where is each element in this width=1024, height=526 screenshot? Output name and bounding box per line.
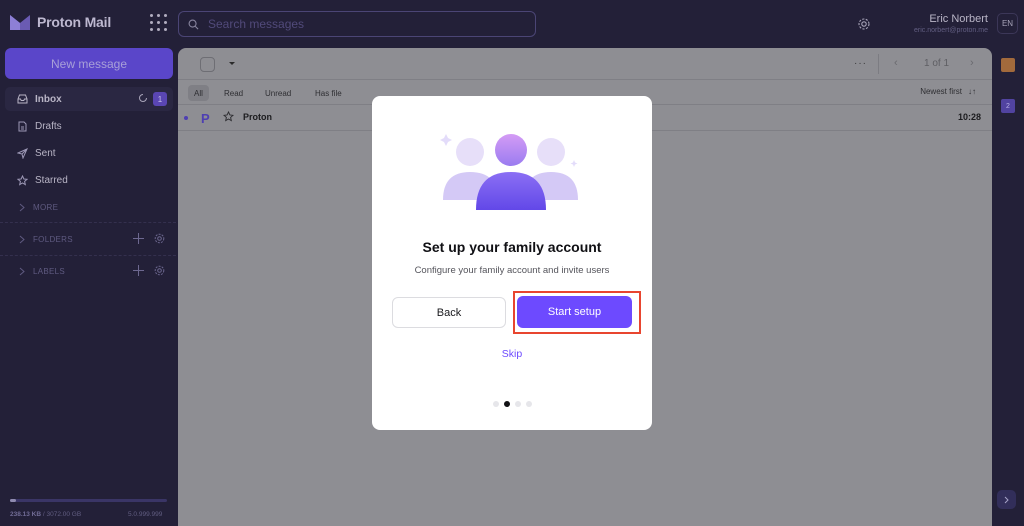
previous-page-icon[interactable]: ‹: [894, 57, 898, 69]
sidebar-item-sent[interactable]: Sent: [5, 141, 173, 165]
unread-count-badge: 1: [153, 92, 167, 106]
sidebar-labels-toggle[interactable]: LABELS: [5, 259, 173, 283]
sort-order-icon: ↓↑: [968, 87, 976, 96]
filter-read[interactable]: Read: [218, 85, 249, 101]
storage-used: 238.13 KB: [10, 511, 42, 518]
inbox-icon: [17, 94, 28, 105]
step-dot: [514, 401, 521, 407]
select-all-checkbox[interactable]: [200, 57, 215, 72]
app-logo[interactable]: Proton Mail: [10, 14, 111, 30]
page-indicator: 1 of 1: [924, 58, 950, 69]
step-dot: [525, 401, 532, 407]
select-dropdown-caret-icon[interactable]: [229, 62, 235, 65]
proton-mail-logo-icon: [10, 15, 30, 30]
more-label: MORE: [33, 202, 59, 212]
family-users-illustration-icon: [440, 134, 578, 210]
storage-total: 3072.00 GB: [46, 511, 82, 518]
sidebar-divider: [0, 222, 176, 223]
labels-label: LABELS: [33, 266, 66, 276]
user-name: Eric Norbert: [929, 13, 988, 25]
modal-subtitle: Configure your family account and invite…: [414, 265, 610, 276]
sidebar-divider: [0, 255, 176, 256]
search-input[interactable]: [208, 17, 508, 31]
proton-sender-avatar-icon: P: [201, 111, 210, 126]
new-message-button[interactable]: New message: [5, 48, 173, 79]
step-dot: [503, 401, 510, 407]
app-version: 5.0.999.999: [128, 511, 163, 518]
app-badge-icon[interactable]: 2: [1001, 99, 1015, 113]
calendar-app-icon[interactable]: [1001, 58, 1015, 72]
sidebar-item-label: Drafts: [35, 120, 62, 132]
sent-icon: [17, 147, 28, 159]
list-toolbar: ··· ‹ 1 of 1 ›: [178, 48, 992, 80]
step-dot: [492, 401, 499, 407]
app-name: Proton Mail: [37, 14, 112, 30]
next-page-icon[interactable]: ›: [970, 57, 974, 69]
modal-title: Set up your family account: [422, 239, 602, 255]
user-email: eric.norbert@proton.me: [913, 27, 988, 34]
unread-indicator: [184, 116, 188, 120]
storage-usage-fill: [10, 499, 17, 502]
toolbar-divider: [878, 54, 879, 74]
sidebar-item-label: Inbox: [35, 93, 62, 105]
step-indicator: [372, 401, 652, 407]
message-sender: Proton: [243, 112, 272, 122]
filter-all[interactable]: All: [188, 85, 209, 101]
sidebar-item-drafts[interactable]: Drafts: [5, 114, 173, 138]
expand-rail-button[interactable]: [997, 490, 1016, 509]
sidebar: New message Inbox 1 Drafts Sent Starred …: [0, 48, 176, 526]
language-button[interactable]: EN: [997, 13, 1018, 34]
folders-label: FOLDERS: [33, 234, 73, 244]
chevron-right-icon: [19, 203, 25, 211]
star-icon[interactable]: [223, 111, 234, 122]
apps-grid-button[interactable]: [150, 14, 168, 32]
add-folder-icon[interactable]: [133, 233, 144, 244]
sort-label: Newest first: [920, 87, 962, 96]
sidebar-more-toggle[interactable]: MORE: [5, 195, 173, 219]
sidebar-item-label: Sent: [35, 147, 56, 159]
sidebar-folders-toggle[interactable]: FOLDERS: [5, 227, 173, 251]
add-label-icon[interactable]: [133, 265, 144, 276]
top-bar: Proton Mail Eric Norbert eric.norbert@pr…: [0, 0, 1024, 48]
labels-settings-icon[interactable]: [154, 265, 165, 276]
family-setup-modal: Set up your family account Configure you…: [372, 96, 652, 430]
sidebar-item-starred[interactable]: Starred: [5, 168, 173, 192]
folders-settings-icon[interactable]: [154, 233, 165, 244]
chevron-right-icon: [19, 235, 25, 243]
user-account[interactable]: Eric Norbert eric.norbert@proton.me: [914, 13, 988, 34]
chevron-right-icon: [19, 267, 25, 275]
sidebar-item-label: Starred: [35, 174, 68, 186]
chevron-right-icon: [1004, 496, 1009, 503]
drafts-icon: [17, 121, 28, 132]
settings-gear-icon[interactable]: [857, 17, 871, 31]
refresh-icon[interactable]: [138, 93, 148, 103]
skip-link[interactable]: Skip: [372, 348, 652, 360]
filter-unread[interactable]: Unread: [259, 85, 297, 101]
more-actions-button[interactable]: ···: [854, 58, 867, 69]
sort-button[interactable]: Newest first ↓↑: [920, 87, 976, 96]
search-bar[interactable]: [178, 11, 536, 37]
back-button[interactable]: Back: [392, 297, 506, 328]
filter-has-file[interactable]: Has file: [309, 85, 348, 101]
message-time: 10:28: [957, 112, 981, 122]
storage-usage-bar: [10, 499, 167, 502]
storage-usage-text: 238.13 KB / 3072.00 GB: [10, 511, 81, 518]
star-icon: [17, 174, 28, 186]
start-setup-button[interactable]: Start setup: [517, 296, 632, 328]
sidebar-item-inbox[interactable]: Inbox 1: [5, 87, 173, 111]
search-icon: [188, 19, 199, 29]
